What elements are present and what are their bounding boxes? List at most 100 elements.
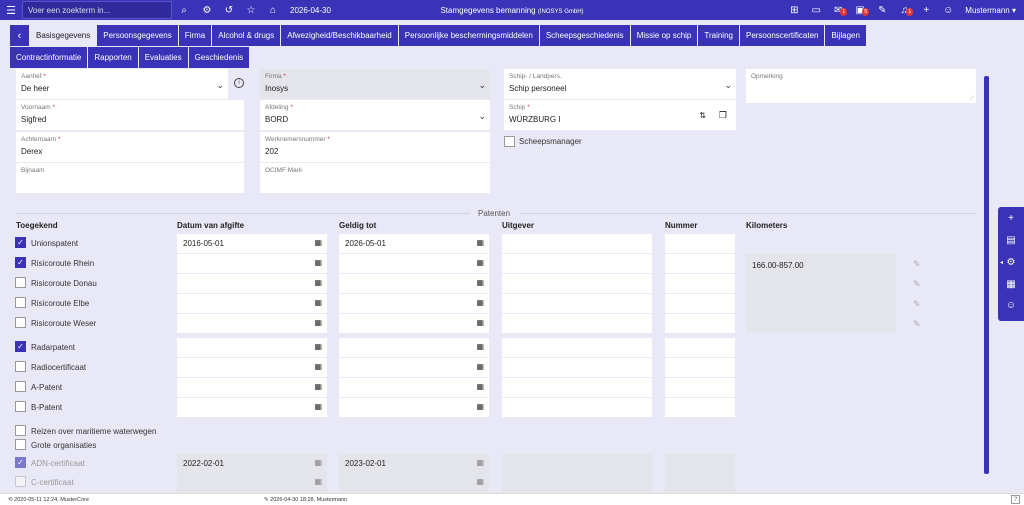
- afgifte-date-field[interactable]: ▦: [177, 254, 327, 273]
- tab-beschermingsmiddelen[interactable]: Persoonlijke beschermingsmiddelen: [398, 25, 540, 46]
- patent-checkbox[interactable]: [15, 425, 26, 436]
- afgifte-date-field[interactable]: ▦: [177, 358, 327, 377]
- nummer-field[interactable]: [665, 254, 735, 273]
- voornaam-field[interactable]: Voornaam * Sigfred: [16, 100, 244, 130]
- calendar-icon[interactable]: ▦: [314, 458, 322, 467]
- tab-alcohol-drugs[interactable]: Alcohol & drugs: [212, 25, 282, 46]
- nummer-field[interactable]: [665, 314, 735, 333]
- notification-icon[interactable]: ♫ 1: [893, 5, 915, 16]
- uitgever-field[interactable]: [502, 378, 652, 397]
- patent-checkbox[interactable]: [15, 381, 26, 392]
- bijnaam-field[interactable]: Bijnaam: [16, 163, 244, 193]
- afgifte-date-field[interactable]: ▦: [177, 398, 327, 417]
- schip-field[interactable]: Schip * WÜRZBURG I ⇅ ❐: [504, 100, 736, 130]
- calendar-icon[interactable]: ▦: [476, 362, 484, 371]
- calendar-icon[interactable]: ▦: [476, 318, 484, 327]
- calendar-icon[interactable]: ▦: [476, 458, 484, 467]
- geldig-date-field[interactable]: ▦: [339, 294, 489, 313]
- user-menu[interactable]: Mustermann ▾: [965, 6, 1016, 15]
- alert-icon[interactable]: ▣ 5: [849, 5, 871, 16]
- tab-persoonsgegevens[interactable]: Persoonsgegevens: [97, 25, 179, 46]
- scheepsmanager-checkbox[interactable]: [504, 136, 515, 147]
- achternaam-field[interactable]: Achternaam * Derex: [16, 132, 244, 162]
- person-icon[interactable]: ☺: [998, 300, 1024, 311]
- edit-pencil-icon[interactable]: ✎: [913, 319, 921, 330]
- afgifte-date-field[interactable]: ▦: [177, 378, 327, 397]
- history-icon[interactable]: ↺: [218, 5, 240, 16]
- info-icon[interactable]: i: [234, 78, 244, 88]
- geldig-date-field[interactable]: ▦: [339, 473, 489, 492]
- help-icon[interactable]: ?: [1011, 495, 1020, 504]
- calendar-icon[interactable]: ▦: [314, 318, 322, 327]
- calendar-icon[interactable]: ▦: [314, 278, 322, 287]
- geldig-date-field[interactable]: ▦: [339, 358, 489, 377]
- afgifte-date-field[interactable]: ▦: [177, 338, 327, 357]
- edit-pencil-icon[interactable]: ✎: [913, 259, 921, 270]
- werknemersnummer-field[interactable]: Werknemersnummer * 202: [260, 132, 490, 162]
- ocimf-field[interactable]: OCIMF Mark: [260, 163, 490, 193]
- nummer-field[interactable]: [665, 294, 735, 313]
- home-icon[interactable]: ⌂: [262, 5, 284, 16]
- calendar-icon[interactable]: ▦: [314, 382, 322, 391]
- patent-checkbox[interactable]: [15, 401, 26, 412]
- add-icon[interactable]: +: [998, 213, 1024, 224]
- settings-icon[interactable]: ⚙: [196, 5, 218, 16]
- tab-rapporten[interactable]: Rapporten: [88, 47, 139, 68]
- calendar-icon[interactable]: ▦: [314, 298, 322, 307]
- search-input[interactable]: Voer een zoekterm in...: [22, 1, 172, 19]
- tab-evaluaties[interactable]: Evaluaties: [138, 47, 189, 68]
- patent-checkbox[interactable]: [15, 297, 26, 308]
- uitgever-field[interactable]: [502, 338, 652, 357]
- nummer-field[interactable]: [665, 234, 735, 253]
- nummer-field[interactable]: [665, 338, 735, 357]
- calendar-icon[interactable]: ▦: [476, 258, 484, 267]
- afgifte-date-field[interactable]: ▦: [177, 274, 327, 293]
- geldig-date-field[interactable]: ▦: [339, 254, 489, 273]
- mail-icon[interactable]: ✉ 1: [827, 5, 849, 16]
- patent-checkbox[interactable]: ✓: [15, 341, 26, 352]
- tab-firma[interactable]: Firma: [178, 25, 213, 46]
- calendar-icon[interactable]: ▦: [314, 362, 322, 371]
- edit-pencil-icon[interactable]: ✎: [913, 279, 921, 290]
- chat-icon[interactable]: ▭: [805, 5, 827, 16]
- calendar-icon[interactable]: ▦: [476, 382, 484, 391]
- uitgever-field[interactable]: [502, 358, 652, 377]
- patent-checkbox[interactable]: ✓: [15, 457, 26, 468]
- geldig-date-field[interactable]: ▦: [339, 274, 489, 293]
- schip-landpers-select[interactable]: Schip- / Landpers. Schip personeel ⌄: [504, 69, 736, 99]
- firma-select[interactable]: Firma * Inosys ⌄: [260, 69, 490, 99]
- uitgever-field[interactable]: [502, 254, 652, 273]
- nummer-field[interactable]: [665, 398, 735, 417]
- calendar-icon[interactable]: ▦: [314, 477, 322, 486]
- calendar-icon[interactable]: ▦: [476, 477, 484, 486]
- tab-scheepsgeschiedenis[interactable]: Scheepsgeschiedenis: [539, 25, 631, 46]
- tab-afwezigheid[interactable]: Afwezigheid/Beschikbaarheid: [281, 25, 399, 46]
- edit-icon[interactable]: ✎: [871, 5, 893, 16]
- patent-checkbox[interactable]: [15, 476, 26, 487]
- add-icon[interactable]: +: [915, 5, 937, 16]
- search-icon[interactable]: ⌕: [172, 1, 196, 19]
- calendar-icon[interactable]: ▦: [476, 342, 484, 351]
- tab-training[interactable]: Training: [698, 25, 740, 46]
- afgifte-date-field[interactable]: ▦: [177, 314, 327, 333]
- tab-persoonscertificaten[interactable]: Persoonscertificaten: [739, 25, 826, 46]
- nummer-field[interactable]: [665, 358, 735, 377]
- scrollbar[interactable]: [984, 76, 989, 474]
- uitgever-field[interactable]: [502, 294, 652, 313]
- geldig-date-field[interactable]: 2026-05-01 ▦: [339, 234, 489, 253]
- menu-icon[interactable]: ☰: [0, 0, 22, 20]
- patent-checkbox[interactable]: [15, 317, 26, 328]
- geldig-date-field[interactable]: ▦: [339, 338, 489, 357]
- sort-icon[interactable]: ⇅: [699, 111, 706, 120]
- geldig-date-field[interactable]: 2023-02-01 ▦: [339, 454, 489, 473]
- uitgever-field[interactable]: [502, 473, 652, 492]
- save-icon[interactable]: ▤: [998, 235, 1024, 246]
- grid-icon[interactable]: ⊞: [783, 5, 805, 16]
- resize-handle-icon[interactable]: ⟋: [970, 96, 974, 103]
- afdeling-select[interactable]: Afdeling * BORD ⌄: [260, 100, 490, 130]
- geldig-date-field[interactable]: ▦: [339, 314, 489, 333]
- nummer-field[interactable]: [665, 274, 735, 293]
- window-icon[interactable]: ❐: [719, 110, 727, 121]
- calendar-icon[interactable]: ▦: [314, 238, 322, 247]
- patent-checkbox[interactable]: [15, 277, 26, 288]
